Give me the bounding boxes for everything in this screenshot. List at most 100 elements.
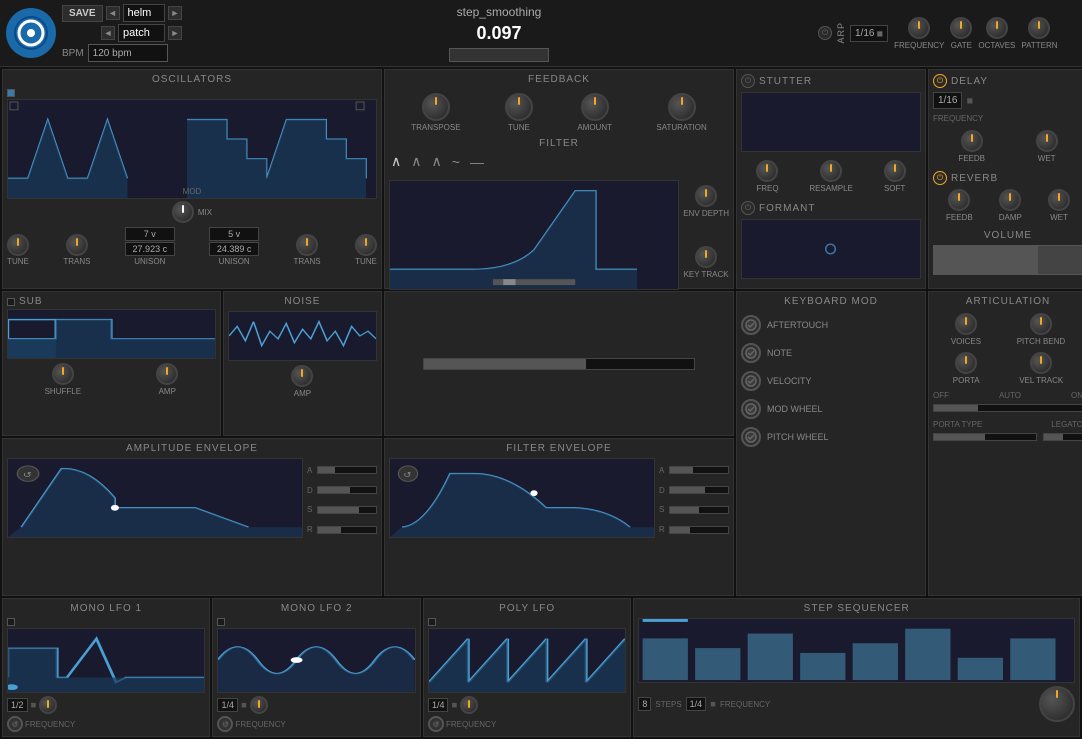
lfo1-frequency-knob[interactable] <box>39 696 57 714</box>
bpm-input[interactable] <box>88 44 168 62</box>
save-button[interactable]: SAVE <box>62 5 103 22</box>
sub-shuffle-knob[interactable] <box>52 363 74 385</box>
delay-wet-knob[interactable] <box>1036 130 1058 152</box>
lfo1-loop-button[interactable]: ↺ <box>7 716 23 732</box>
amp-decay-slider[interactable] <box>317 486 377 494</box>
reverb-power-button[interactable]: ⏻ <box>933 171 947 185</box>
sub-active-indicator[interactable] <box>7 298 15 306</box>
delay-wet-label: WET <box>1038 154 1056 163</box>
filter-decay-slider[interactable] <box>669 486 729 494</box>
lfo2-loop-button[interactable]: ↺ <box>217 716 233 732</box>
poly-lfo-loop-button[interactable]: ↺ <box>428 716 444 732</box>
step-seq-large-knob[interactable] <box>1039 686 1075 722</box>
stutter-freq-knob[interactable] <box>756 160 778 182</box>
stutter-resample-knob[interactable] <box>820 160 842 182</box>
arp-power-button[interactable]: ⏻ <box>818 26 832 40</box>
preset-name-next[interactable]: ► <box>168 26 182 40</box>
arp-gate-knob[interactable] <box>950 17 972 39</box>
arp-octaves-knob-group: OCTAVES <box>978 17 1015 50</box>
key-track-knob[interactable] <box>695 246 717 268</box>
mix-knob[interactable] <box>172 201 194 223</box>
filter-release-slider[interactable] <box>669 526 729 534</box>
mod-wheel-button[interactable] <box>741 399 761 419</box>
osc1-active-indicator[interactable] <box>7 89 15 97</box>
preset-name-prev[interactable]: ◄ <box>101 26 115 40</box>
stutter-panel: ⏻ STUTTER FREQ RESAMPLE SOF <box>736 69 926 289</box>
filter-shape-hp[interactable]: ∧ <box>409 153 423 170</box>
filter-shape-off[interactable]: — <box>468 154 486 170</box>
porta-type-toggle-slider[interactable] <box>933 433 1037 441</box>
osc-tune2-knob[interactable] <box>355 234 377 256</box>
tune-knob-group: TUNE <box>505 93 533 132</box>
delay-power-button[interactable]: ⏻ <box>933 74 947 88</box>
amp-attack-slider[interactable] <box>317 466 377 474</box>
reverb-damp-knob[interactable] <box>999 189 1021 211</box>
poly-lfo-frequency-knob[interactable] <box>460 696 478 714</box>
volume-bar[interactable] <box>933 245 1082 275</box>
aftertouch-button[interactable] <box>741 315 761 335</box>
noise-amp-knob[interactable] <box>291 365 313 387</box>
osc-trans-knob[interactable] <box>66 234 88 256</box>
env-depth-knob[interactable] <box>695 185 717 207</box>
step-smoothing-bar[interactable] <box>449 48 549 62</box>
preset-parent-prev[interactable]: ◄ <box>106 6 120 20</box>
legato-slider[interactable] <box>1043 433 1082 441</box>
amp-release-fill <box>318 527 341 533</box>
filter-shape-notch[interactable]: ~ <box>450 154 462 170</box>
filter-shape-lp[interactable]: ∧ <box>389 153 403 170</box>
step-seq-frequency-display[interactable]: 1/4 <box>686 697 707 711</box>
voices-pitchbend-knobs: VOICES PITCH BEND <box>933 313 1082 346</box>
osc-tune-knob[interactable] <box>7 234 29 256</box>
porta-type-slider[interactable] <box>933 404 1082 412</box>
amount-knob[interactable] <box>581 93 609 121</box>
arp-octaves-knob[interactable] <box>986 17 1008 39</box>
porta-knob[interactable] <box>955 352 977 374</box>
delay-feedb-knob[interactable] <box>961 130 983 152</box>
stutter-soft-knob[interactable] <box>884 160 906 182</box>
lfo1-indicator[interactable] <box>7 618 15 626</box>
voices-knob[interactable] <box>955 313 977 335</box>
filter-title: FILTER <box>389 138 729 149</box>
amp-attack-fill <box>318 467 335 473</box>
sub-amp-knob[interactable] <box>156 363 178 385</box>
noise-amp-label: AMP <box>294 389 311 398</box>
amp-sustain-slider[interactable] <box>317 506 377 514</box>
vel-track-knob[interactable] <box>1030 352 1052 374</box>
osc-trans2-knob[interactable] <box>296 234 318 256</box>
note-button[interactable] <box>741 343 761 363</box>
svg-text:↺: ↺ <box>23 471 32 479</box>
saturation-knob[interactable] <box>668 93 696 121</box>
filter-cutoff-slider[interactable] <box>423 358 695 370</box>
arp-pattern-knob[interactable] <box>1028 17 1050 39</box>
filter-decay-fill <box>670 487 705 493</box>
lfo2-indicator[interactable] <box>217 618 225 626</box>
reverb-feedb-knob[interactable] <box>948 189 970 211</box>
formant-power-button[interactable]: ⏻ <box>741 201 755 215</box>
arp-frequency-knob[interactable] <box>908 17 930 39</box>
lfo1-frequency-display[interactable]: 1/2 <box>7 698 28 712</box>
transpose-knob[interactable] <box>422 93 450 121</box>
pitch-bend-knob[interactable] <box>1030 313 1052 335</box>
arp-frequency-display[interactable]: 1/16 ◼ <box>850 25 888 42</box>
stutter-power-button[interactable]: ⏻ <box>741 74 755 88</box>
filter-sustain-slider[interactable] <box>669 506 729 514</box>
filter-shape-bp[interactable]: ∧ <box>430 153 444 170</box>
feedback-tune-knob[interactable] <box>505 93 533 121</box>
pitch-wheel-button[interactable] <box>741 427 761 447</box>
lfo2-frequency-display[interactable]: 1/4 <box>217 698 238 712</box>
poly-lfo-frequency-display[interactable]: 1/4 <box>428 698 449 712</box>
reverb-wet-knob[interactable] <box>1048 189 1070 211</box>
delay-frequency-display[interactable]: 1/16 <box>933 92 962 109</box>
poly-lfo-indicator[interactable] <box>428 618 436 626</box>
velocity-button[interactable] <box>741 371 761 391</box>
sub-noise-row: SUB SHUFFLE <box>2 291 382 436</box>
lfo2-frequency-knob[interactable] <box>250 696 268 714</box>
amp-release-slider[interactable] <box>317 526 377 534</box>
step-seq-display <box>638 618 1075 683</box>
amount-label: AMOUNT <box>577 123 612 132</box>
preset-parent-next[interactable]: ► <box>168 6 182 20</box>
step-seq-steps-display[interactable]: 8 <box>638 697 651 711</box>
filter-sustain-fill <box>670 507 699 513</box>
lfo2-display <box>217 628 415 693</box>
filter-attack-slider[interactable] <box>669 466 729 474</box>
